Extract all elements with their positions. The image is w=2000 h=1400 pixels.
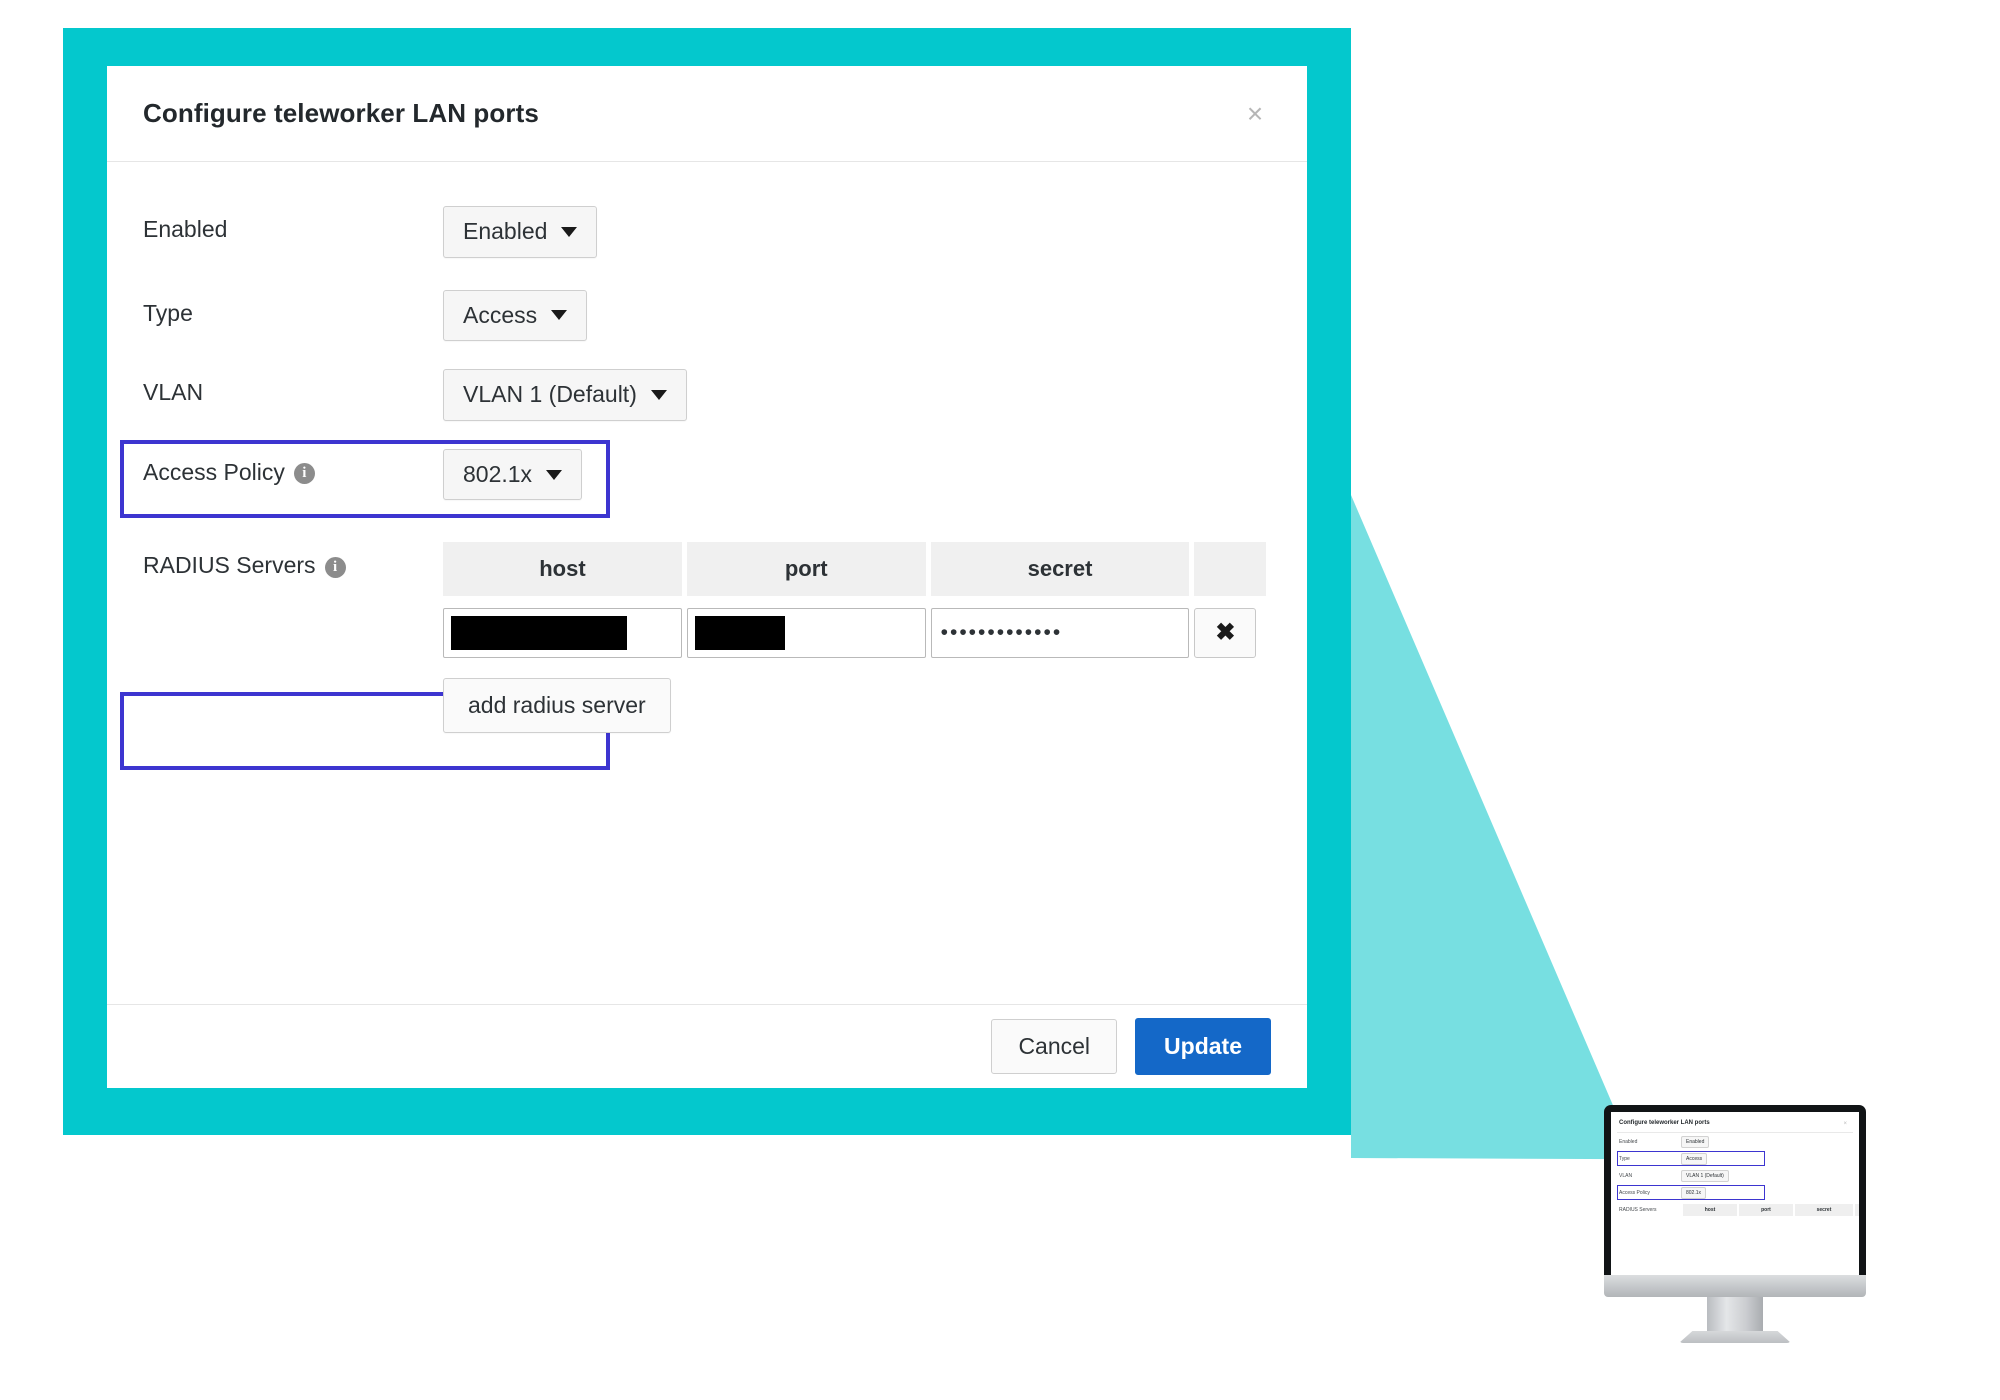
configure-teleworker-lan-ports-dialog: Configure teleworker LAN ports × Enabled… (107, 66, 1307, 1088)
mini-row-access-policy: Access Policy 802.1x (1617, 1184, 1859, 1201)
mini-vlan-dropdown: VLAN 1 (Default) (1681, 1169, 1729, 1182)
monitor-base (1679, 1331, 1791, 1343)
type-dropdown-value: Access (463, 301, 538, 328)
chevron-down-icon (650, 389, 667, 400)
page-title: Configure teleworker LAN ports (143, 98, 539, 128)
monitor-screen: Configure teleworker LAN ports × Enabled… (1604, 1105, 1866, 1275)
delete-radius-server-button[interactable]: ✖ (1194, 608, 1257, 659)
port-input[interactable] (686, 608, 926, 659)
radius-servers-label: RADIUS Servers i (143, 542, 443, 580)
mini-enabled-dropdown: Enabled (1681, 1135, 1710, 1148)
mini-column-header-secret: secret (1795, 1204, 1853, 1216)
close-icon[interactable]: × (1233, 92, 1277, 136)
form-row-vlan: VLAN VLAN 1 (Default) (143, 369, 1271, 421)
info-icon[interactable]: i (293, 463, 315, 485)
host-field-wrap (443, 608, 682, 659)
port-field-wrap (686, 608, 926, 659)
mini-enabled-label: Enabled (1619, 1138, 1638, 1145)
mini-row-radius: RADIUS Servers host port secret (1617, 1201, 1859, 1218)
add-radius-server-button[interactable]: add radius server (443, 678, 671, 734)
dialog-header: Configure teleworker LAN ports × (107, 66, 1307, 162)
radius-servers-label-text: RADIUS Servers (143, 552, 316, 579)
radius-servers-table: host port secret ••••••••••••• ✖ (438, 542, 1271, 659)
type-dropdown[interactable]: Access (443, 289, 588, 342)
form-row-access-policy: Access Policy i 802.1x (143, 448, 1271, 501)
dialog-body: Enabled Enabled Type Access VLAN VLAN 1 … (107, 162, 1307, 1004)
mini-vlan-label: VLAN (1619, 1172, 1633, 1179)
mini-column-header-actions (1855, 1204, 1859, 1216)
mini-column-header-host: host (1683, 1204, 1737, 1216)
vlan-dropdown-value: VLAN 1 (Default) (463, 381, 637, 408)
radius-servers-table-wrap: host port secret ••••••••••••• ✖ add rad… (443, 542, 1271, 734)
update-button[interactable]: Update (1135, 1018, 1271, 1075)
column-header-secret: secret (930, 542, 1190, 597)
vlan-dropdown[interactable]: VLAN 1 (Default) (443, 369, 687, 421)
mini-highlight-box-access-policy (1617, 1185, 1765, 1200)
access-policy-dropdown[interactable]: 802.1x (443, 448, 583, 501)
enabled-dropdown[interactable]: Enabled (443, 206, 598, 258)
access-policy-label: Access Policy i (143, 449, 443, 487)
mini-dialog-title: Configure teleworker LAN ports (1619, 1120, 1710, 1126)
type-label: Type (143, 299, 193, 326)
mini-close-icon: × (1843, 1121, 1847, 1127)
mini-row-vlan: VLAN VLAN 1 (Default) (1617, 1167, 1859, 1184)
monitor-thumbnail: Configure teleworker LAN ports × Enabled… (1604, 1105, 1866, 1343)
form-row-type: Type Access (143, 289, 1271, 342)
form-row-radius-servers: RADIUS Servers i host port secret ••••••… (143, 542, 1271, 734)
mini-dialog: Configure teleworker LAN ports × Enabled… (1617, 1116, 1859, 1275)
access-policy-label-text: Access Policy (143, 458, 285, 485)
monitor-neck (1707, 1297, 1763, 1331)
mini-radius-label: RADIUS Servers (1619, 1206, 1657, 1213)
mini-row-type: Type Access (1617, 1150, 1859, 1167)
enabled-label: Enabled (143, 216, 228, 242)
chevron-down-icon (551, 310, 568, 321)
table-row: ✖ (443, 596, 1266, 659)
host-input[interactable] (443, 608, 682, 659)
chevron-down-icon (561, 226, 578, 237)
column-header-host: host (443, 542, 682, 597)
access-policy-dropdown-value: 802.1x (463, 460, 533, 487)
dialog-footer: Cancel Update (107, 1004, 1307, 1088)
mini-column-header-port: port (1739, 1204, 1793, 1216)
info-icon[interactable]: i (324, 556, 346, 578)
vlan-label: VLAN (143, 379, 204, 406)
mini-row-enabled: Enabled Enabled (1617, 1133, 1859, 1150)
column-header-port: port (686, 542, 926, 597)
column-header-actions (1194, 542, 1266, 597)
enabled-dropdown-value: Enabled (463, 218, 548, 244)
mini-highlight-box-type (1617, 1151, 1765, 1166)
table-header-row: host port secret (443, 542, 1266, 597)
secret-input[interactable] (930, 608, 1190, 659)
cancel-button[interactable]: Cancel (991, 1019, 1118, 1074)
chevron-down-icon (546, 469, 563, 480)
monitor-chin (1604, 1275, 1866, 1297)
mini-radius-headers: host port secret (1683, 1204, 1859, 1216)
form-row-enabled: Enabled Enabled (143, 162, 1271, 258)
monitor-screen-content: Configure teleworker LAN ports × Enabled… (1611, 1112, 1859, 1275)
